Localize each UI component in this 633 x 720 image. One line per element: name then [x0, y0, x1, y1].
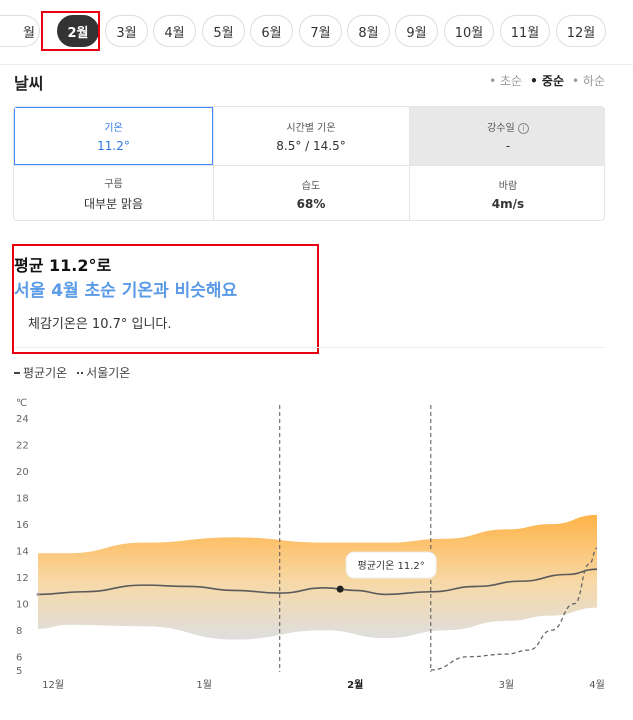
- info-icon[interactable]: i: [517, 123, 529, 134]
- wind-label: 바람: [498, 180, 518, 192]
- cloud-cell[interactable]: 구름 대부분 맑음: [14, 165, 213, 220]
- time-filter: • 초순 • 중순 • 하순: [489, 72, 605, 89]
- month-tab-6[interactable]: 6월: [250, 15, 293, 47]
- month-tab-4[interactable]: 4월: [153, 15, 196, 47]
- cloud-value: 대부분 맑음: [83, 197, 143, 211]
- y-tick-label: 22: [16, 441, 29, 452]
- hourly-value: 8.5° / 14.5°: [276, 139, 346, 153]
- highlight-box-month: [41, 11, 100, 51]
- legend-swatch-dashed: [77, 371, 84, 374]
- temperature-range-band: [38, 514, 597, 640]
- x-tick-label: 4월: [589, 679, 605, 691]
- hourly-cell[interactable]: 시간별 기온 8.5° / 14.5°: [213, 107, 409, 165]
- legend-label-avg: 평균기온: [23, 366, 68, 380]
- humidity-cell[interactable]: 습도 68%: [213, 165, 409, 220]
- month-tab-9[interactable]: 9월: [395, 15, 438, 47]
- filter-late[interactable]: • 하순: [572, 72, 605, 89]
- rain-days-label-text: 강수일: [487, 123, 515, 134]
- legend-swatch-solid: [14, 371, 20, 374]
- month-tab-8[interactable]: 8월: [347, 15, 390, 47]
- wind-cell[interactable]: 바람 4m/s: [410, 165, 604, 220]
- section-title: 날씨: [14, 74, 44, 93]
- temperature-chart: ℃ 5 6 8 10 12 14 16 18 20 22 24 평균기온 11.2° 12월 1월 2월 3…: [16, 398, 605, 691]
- legend-item-seoul: 서울기온: [77, 364, 130, 381]
- month-tab-12[interactable]: 12월: [556, 15, 606, 47]
- legend-label-seoul: 서울기온: [86, 366, 131, 380]
- summary-average: 평균 11.2°로: [14, 256, 112, 275]
- y-tick-label: 5: [16, 666, 22, 677]
- legend-item-avg: 평균기온: [14, 364, 67, 381]
- y-tick-label: 10: [16, 600, 29, 611]
- filter-early[interactable]: • 초순: [489, 72, 522, 89]
- x-tick-label: 1월: [196, 679, 212, 691]
- rain-days-value: -: [505, 139, 511, 153]
- humidity-value: 68%: [296, 196, 326, 211]
- divider: [0, 64, 633, 65]
- summary-feels-like: 체감기온은 10.7° 입니다.: [28, 317, 172, 332]
- rain-days-cell[interactable]: 강수일 i -: [410, 107, 604, 165]
- y-unit-label: ℃: [16, 398, 27, 409]
- temp-label: 기온: [104, 123, 123, 134]
- weather-grid: 기온 11.2° 시간별 기온 8.5° / 14.5° 강수일 i - 구름 …: [13, 106, 605, 221]
- y-tick-label: 12: [16, 573, 29, 584]
- filter-mid[interactable]: • 중순: [530, 72, 564, 89]
- summary-comparison: 서울 4월 초순 기온과 비슷해요: [14, 281, 238, 301]
- month-tab-11[interactable]: 11월: [500, 15, 550, 47]
- rain-days-label: 강수일 i: [487, 119, 529, 134]
- chart-legend: 평균기온 서울기온: [14, 364, 130, 381]
- x-tick-label: 2월: [347, 679, 363, 691]
- y-tick-label: 18: [16, 494, 29, 505]
- temp-cell[interactable]: 기온 11.2°: [14, 107, 213, 165]
- y-tick-label: 14: [16, 547, 29, 558]
- divider: [14, 347, 605, 348]
- month-selector: ‹ 월2월3월4월5월6월7월8월9월10월11월12월: [0, 0, 633, 62]
- y-tick-label: 8: [16, 626, 22, 637]
- humidity-label: 습도: [301, 180, 321, 192]
- month-tab-1[interactable]: 월: [0, 15, 40, 47]
- hourly-label: 시간별 기온: [286, 123, 336, 134]
- wind-value: 4m/s: [491, 196, 525, 211]
- month-tab-10[interactable]: 10월: [444, 15, 494, 47]
- x-tick-label: 3월: [499, 679, 515, 691]
- month-tab-7[interactable]: 7월: [299, 15, 342, 47]
- data-point-marker: [36, 592, 40, 596]
- x-tick-label: 12월: [42, 679, 64, 691]
- cloud-label: 구름: [104, 179, 123, 190]
- grid-divider: [213, 107, 214, 220]
- grid-divider: [14, 165, 604, 166]
- grid-divider: [409, 107, 410, 220]
- data-tooltip-label: 평균기온 11.2°: [358, 560, 425, 572]
- temp-value: 11.2°: [97, 139, 130, 153]
- y-tick-label: 24: [16, 414, 29, 425]
- month-tab-3[interactable]: 3월: [105, 15, 148, 47]
- y-tick-label: 16: [16, 520, 29, 531]
- y-tick-label: 6: [16, 653, 22, 664]
- data-point-marker: [336, 585, 344, 593]
- y-tick-label: 20: [16, 467, 29, 478]
- month-tab-5[interactable]: 5월: [202, 15, 245, 47]
